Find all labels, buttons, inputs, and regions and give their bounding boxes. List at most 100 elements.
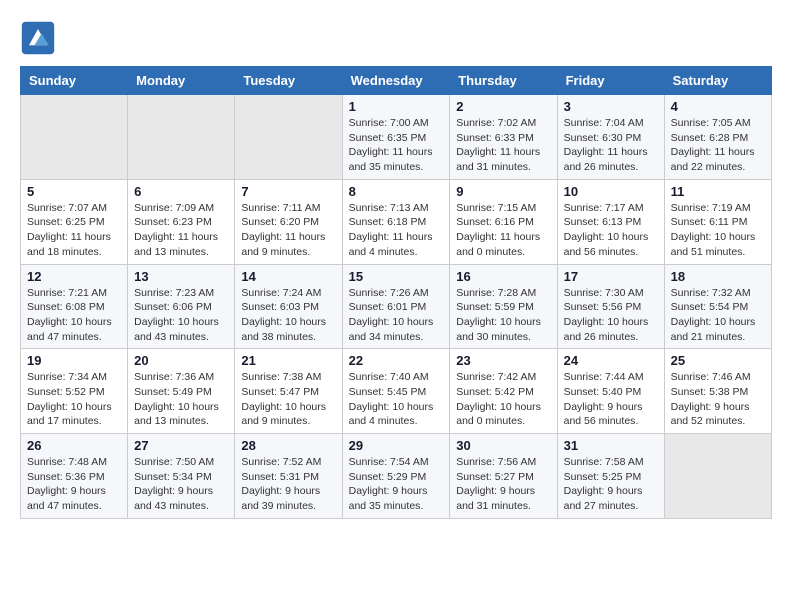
- logo: [20, 20, 60, 56]
- weekday-header-tuesday: Tuesday: [235, 67, 342, 95]
- calendar-table: SundayMondayTuesdayWednesdayThursdayFrid…: [20, 66, 772, 519]
- day-info: Sunrise: 7:46 AM Sunset: 5:38 PM Dayligh…: [671, 370, 765, 429]
- page-header: [20, 20, 772, 56]
- calendar-cell: [235, 95, 342, 180]
- calendar-cell: 3Sunrise: 7:04 AM Sunset: 6:30 PM Daylig…: [557, 95, 664, 180]
- day-number: 1: [349, 99, 444, 114]
- day-number: 29: [349, 438, 444, 453]
- day-info: Sunrise: 7:26 AM Sunset: 6:01 PM Dayligh…: [349, 286, 444, 345]
- calendar-cell: 16 Sunrise: 7:28 AM Sunset: 5:59 PM Dayli…: [450, 264, 557, 349]
- day-number: 5: [27, 184, 121, 199]
- day-number: 31: [564, 438, 658, 453]
- day-info: Sunrise: 7:58 AM Sunset: 5:25 PM Dayligh…: [564, 455, 658, 514]
- weekday-header-sunday: Sunday: [21, 67, 128, 95]
- day-info: Sunrise: 7:02 AM Sunset: 6:33 PM Dayligh…: [456, 116, 550, 175]
- calendar-cell: 27 Sunrise: 7:50 AM Sunset: 5:34 PM Dayli…: [128, 434, 235, 519]
- calendar-cell: 20Sunrise: 7:36 AM Sunset: 5:49 PM Dayli…: [128, 349, 235, 434]
- day-number: 30: [456, 438, 550, 453]
- day-number: 13: [134, 269, 228, 284]
- day-number: 19: [27, 353, 121, 368]
- calendar-cell: 26 Sunrise: 7:48 AM Sunset: 5:36 PM Dayli…: [21, 434, 128, 519]
- calendar-cell: 30 Sunrise: 7:56 AM Sunset: 5:27 PM Dayli…: [450, 434, 557, 519]
- day-info: Sunrise: 7:50 AM Sunset: 5:34 PM Dayligh…: [134, 455, 228, 514]
- day-info: Sunrise: 7:23 AM Sunset: 6:06 PM Dayligh…: [134, 286, 228, 345]
- day-info: Sunrise: 7:42 AM Sunset: 5:42 PM Dayligh…: [456, 370, 550, 429]
- day-number: 2: [456, 99, 550, 114]
- day-info: Sunrise: 7:44 AM Sunset: 5:40 PM Dayligh…: [564, 370, 658, 429]
- day-number: 11: [671, 184, 765, 199]
- day-info: Sunrise: 7:13 AM Sunset: 6:18 PM Dayligh…: [349, 201, 444, 260]
- day-info: Sunrise: 7:15 AM Sunset: 6:16 PM Dayligh…: [456, 201, 550, 260]
- calendar-cell: 28 Sunrise: 7:52 AM Sunset: 5:31 PM Dayli…: [235, 434, 342, 519]
- day-number: 20: [134, 353, 228, 368]
- day-info: Sunrise: 7:11 AM Sunset: 6:20 PM Dayligh…: [241, 201, 335, 260]
- week-row-4: 19Sunrise: 7:34 AM Sunset: 5:52 PM Dayli…: [21, 349, 772, 434]
- week-row-5: 26 Sunrise: 7:48 AM Sunset: 5:36 PM Dayli…: [21, 434, 772, 519]
- weekday-header-saturday: Saturday: [664, 67, 771, 95]
- day-info: Sunrise: 7:32 AM Sunset: 5:54 PM Dayligh…: [671, 286, 765, 345]
- day-info: Sunrise: 7:28 AM Sunset: 5:59 PM Dayligh…: [456, 286, 550, 345]
- day-number: 17: [564, 269, 658, 284]
- day-number: 15: [349, 269, 444, 284]
- logo-icon: [20, 20, 56, 56]
- day-info: Sunrise: 7:40 AM Sunset: 5:45 PM Dayligh…: [349, 370, 444, 429]
- day-info: Sunrise: 7:24 AM Sunset: 6:03 PM Dayligh…: [241, 286, 335, 345]
- week-row-1: 1 Sunrise: 7:00 AM Sunset: 6:35 PM Daylig…: [21, 95, 772, 180]
- calendar-cell: 14 Sunrise: 7:24 AM Sunset: 6:03 PM Dayli…: [235, 264, 342, 349]
- day-info: Sunrise: 7:00 AM Sunset: 6:35 PM Dayligh…: [349, 116, 444, 175]
- calendar-cell: 18 Sunrise: 7:32 AM Sunset: 5:54 PM Dayli…: [664, 264, 771, 349]
- calendar-cell: 31 Sunrise: 7:58 AM Sunset: 5:25 PM Dayli…: [557, 434, 664, 519]
- day-info: Sunrise: 7:17 AM Sunset: 6:13 PM Dayligh…: [564, 201, 658, 260]
- calendar-cell: 12 Sunrise: 7:21 AM Sunset: 6:08 PM Dayli…: [21, 264, 128, 349]
- day-number: 12: [27, 269, 121, 284]
- day-info: Sunrise: 7:21 AM Sunset: 6:08 PM Dayligh…: [27, 286, 121, 345]
- day-number: 26: [27, 438, 121, 453]
- day-number: 3: [564, 99, 658, 114]
- day-info: Sunrise: 7:52 AM Sunset: 5:31 PM Dayligh…: [241, 455, 335, 514]
- weekday-header-thursday: Thursday: [450, 67, 557, 95]
- day-number: 9: [456, 184, 550, 199]
- weekday-header-monday: Monday: [128, 67, 235, 95]
- calendar-cell: 8 Sunrise: 7:13 AM Sunset: 6:18 PM Daylig…: [342, 179, 450, 264]
- calendar-cell: 21Sunrise: 7:38 AM Sunset: 5:47 PM Dayli…: [235, 349, 342, 434]
- calendar-cell: 15 Sunrise: 7:26 AM Sunset: 6:01 PM Dayli…: [342, 264, 450, 349]
- day-number: 6: [134, 184, 228, 199]
- day-info: Sunrise: 7:48 AM Sunset: 5:36 PM Dayligh…: [27, 455, 121, 514]
- day-info: Sunrise: 7:56 AM Sunset: 5:27 PM Dayligh…: [456, 455, 550, 514]
- calendar-cell: 1 Sunrise: 7:00 AM Sunset: 6:35 PM Daylig…: [342, 95, 450, 180]
- day-info: Sunrise: 7:54 AM Sunset: 5:29 PM Dayligh…: [349, 455, 444, 514]
- calendar-cell: 25 Sunrise: 7:46 AM Sunset: 5:38 PM Dayli…: [664, 349, 771, 434]
- day-number: 25: [671, 353, 765, 368]
- day-info: Sunrise: 7:05 AM Sunset: 6:28 PM Dayligh…: [671, 116, 765, 175]
- day-number: 4: [671, 99, 765, 114]
- weekday-header-wednesday: Wednesday: [342, 67, 450, 95]
- calendar-cell: 4 Sunrise: 7:05 AM Sunset: 6:28 PM Daylig…: [664, 95, 771, 180]
- calendar-cell: 13 Sunrise: 7:23 AM Sunset: 6:06 PM Dayli…: [128, 264, 235, 349]
- calendar-cell: [21, 95, 128, 180]
- week-row-3: 12 Sunrise: 7:21 AM Sunset: 6:08 PM Dayli…: [21, 264, 772, 349]
- calendar-cell: 23 Sunrise: 7:42 AM Sunset: 5:42 PM Dayli…: [450, 349, 557, 434]
- day-info: Sunrise: 7:07 AM Sunset: 6:25 PM Dayligh…: [27, 201, 121, 260]
- day-number: 18: [671, 269, 765, 284]
- day-number: 28: [241, 438, 335, 453]
- day-number: 23: [456, 353, 550, 368]
- day-number: 21: [241, 353, 335, 368]
- calendar-cell: 24 Sunrise: 7:44 AM Sunset: 5:40 PM Dayli…: [557, 349, 664, 434]
- day-number: 14: [241, 269, 335, 284]
- day-info: Sunrise: 7:30 AM Sunset: 5:56 PM Dayligh…: [564, 286, 658, 345]
- day-number: 8: [349, 184, 444, 199]
- day-number: 16: [456, 269, 550, 284]
- calendar-cell: 10Sunrise: 7:17 AM Sunset: 6:13 PM Dayli…: [557, 179, 664, 264]
- calendar-cell: [664, 434, 771, 519]
- calendar-cell: 19Sunrise: 7:34 AM Sunset: 5:52 PM Dayli…: [21, 349, 128, 434]
- week-row-2: 5 Sunrise: 7:07 AM Sunset: 6:25 PM Daylig…: [21, 179, 772, 264]
- calendar-cell: 29 Sunrise: 7:54 AM Sunset: 5:29 PM Dayli…: [342, 434, 450, 519]
- calendar-cell: 9 Sunrise: 7:15 AM Sunset: 6:16 PM Daylig…: [450, 179, 557, 264]
- calendar-cell: 11Sunrise: 7:19 AM Sunset: 6:11 PM Dayli…: [664, 179, 771, 264]
- day-number: 7: [241, 184, 335, 199]
- calendar-cell: 17 Sunrise: 7:30 AM Sunset: 5:56 PM Dayli…: [557, 264, 664, 349]
- calendar-cell: 22Sunrise: 7:40 AM Sunset: 5:45 PM Dayli…: [342, 349, 450, 434]
- day-number: 24: [564, 353, 658, 368]
- day-number: 27: [134, 438, 228, 453]
- day-info: Sunrise: 7:09 AM Sunset: 6:23 PM Dayligh…: [134, 201, 228, 260]
